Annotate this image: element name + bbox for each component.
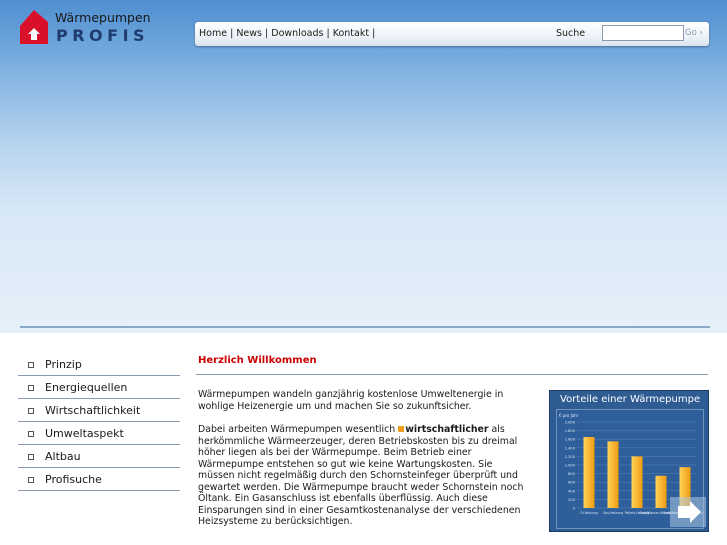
nav-separator: | bbox=[230, 28, 234, 39]
search-go-button[interactable]: Go › bbox=[685, 28, 703, 38]
sidebar-item-prinzip[interactable]: Prinzip bbox=[18, 353, 180, 376]
sidebar-item-wirtschaftlichkeit[interactable]: Wirtschaftlichkeit bbox=[18, 399, 180, 422]
nav-separator: | bbox=[265, 28, 269, 39]
top-navigation: Home | News | Downloads | Kontakt | Such… bbox=[195, 22, 709, 46]
x-tick-label: Öl-Heizung bbox=[580, 510, 598, 515]
y-tick-label: 1.800 bbox=[565, 429, 576, 433]
sidebar-item-label: Energiequellen bbox=[45, 381, 128, 394]
widget-title: Vorteile einer Wärmepumpe bbox=[560, 394, 701, 405]
page-title: Herzlich Willkommen bbox=[198, 355, 317, 366]
arrow-link-icon bbox=[398, 426, 405, 432]
y-tick-label: 400 bbox=[568, 489, 576, 493]
search-input[interactable] bbox=[602, 25, 684, 41]
search-label: Suche bbox=[556, 28, 586, 39]
nav-link-home[interactable]: Home bbox=[199, 28, 227, 39]
y-tick-label: 600 bbox=[568, 481, 576, 485]
y-tick-label: 1.000 bbox=[565, 464, 576, 468]
intro-paragraph: Wärmepumpen wandeln ganzjährig kostenlos… bbox=[198, 389, 504, 412]
nav-separator: | bbox=[326, 28, 330, 39]
sidebar-item-label: Altbau bbox=[45, 450, 81, 463]
body-text-end: als herkömmliche Wärmeerzeuger, deren Be… bbox=[198, 424, 524, 527]
y-tick-label: 0 bbox=[573, 507, 576, 511]
nav-link-news[interactable]: News bbox=[236, 28, 262, 39]
link-text: wirtschaftlicher bbox=[405, 424, 489, 435]
hero-divider bbox=[20, 326, 710, 328]
sidebar-item-label: Profisuche bbox=[45, 473, 102, 486]
nav-links: Home | News | Downloads | Kontakt | bbox=[199, 28, 375, 39]
sidebar-item-label: Prinzip bbox=[45, 358, 82, 371]
y-tick-label: 1.400 bbox=[565, 446, 576, 450]
square-bullet-icon bbox=[28, 362, 34, 368]
sidebar-item-profisuche[interactable]: Profisuche bbox=[18, 468, 180, 491]
y-axis-label: € pro Jahr bbox=[559, 413, 579, 418]
cost-bar bbox=[583, 437, 595, 508]
square-bullet-icon bbox=[28, 477, 34, 483]
y-tick-label: 1.600 bbox=[565, 438, 576, 442]
sidebar-item-altbau[interactable]: Altbau bbox=[18, 445, 180, 468]
y-tick-label: 800 bbox=[568, 472, 576, 476]
y-tick-label: 2.000 bbox=[565, 421, 576, 425]
title-divider bbox=[196, 374, 708, 375]
sidebar-item-label: Umweltaspekt bbox=[45, 427, 124, 440]
sidebar-item-umweltaspekt[interactable]: Umweltaspekt bbox=[18, 422, 180, 445]
nav-separator: | bbox=[372, 28, 376, 39]
sidebar-item-energiequellen[interactable]: Energiequellen bbox=[18, 376, 180, 399]
logo-text-line2: PROFIS bbox=[56, 26, 150, 45]
cost-bar bbox=[655, 475, 667, 508]
logo-text-line1: Wärmepumpen bbox=[55, 10, 151, 25]
square-bullet-icon bbox=[28, 454, 34, 460]
square-bullet-icon bbox=[28, 408, 34, 414]
wirtschaftlicher-link[interactable]: wirtschaftlicher bbox=[398, 424, 489, 435]
square-bullet-icon bbox=[28, 431, 34, 437]
house-logo-icon bbox=[20, 10, 48, 44]
x-tick-label: Gas-Heizung bbox=[603, 511, 623, 515]
site-logo[interactable]: Wärmepumpen PROFIS bbox=[18, 8, 151, 50]
nav-link-kontakt[interactable]: Kontakt bbox=[333, 28, 369, 39]
nav-link-downloads[interactable]: Downloads bbox=[271, 28, 323, 39]
square-bullet-icon bbox=[28, 385, 34, 391]
sidebar-menu: Prinzip Energiequellen Wirtschaftlichkei… bbox=[18, 353, 180, 491]
body-text-start: Dabei arbeiten Wärmepumpen wesentlich bbox=[198, 424, 399, 435]
cost-bar bbox=[631, 456, 643, 508]
y-tick-label: 1.200 bbox=[565, 455, 576, 459]
next-arrow-icon[interactable] bbox=[670, 497, 706, 527]
advantages-widget[interactable]: Vorteile einer Wärmepumpe € pro Jahr 2.0… bbox=[549, 390, 709, 532]
sidebar-item-label: Wirtschaftlichkeit bbox=[45, 404, 141, 417]
body-paragraph: Dabei arbeiten Wärmepumpen wesentlich wi… bbox=[198, 424, 528, 528]
y-tick-label: 200 bbox=[568, 498, 576, 502]
cost-bar bbox=[607, 441, 619, 508]
